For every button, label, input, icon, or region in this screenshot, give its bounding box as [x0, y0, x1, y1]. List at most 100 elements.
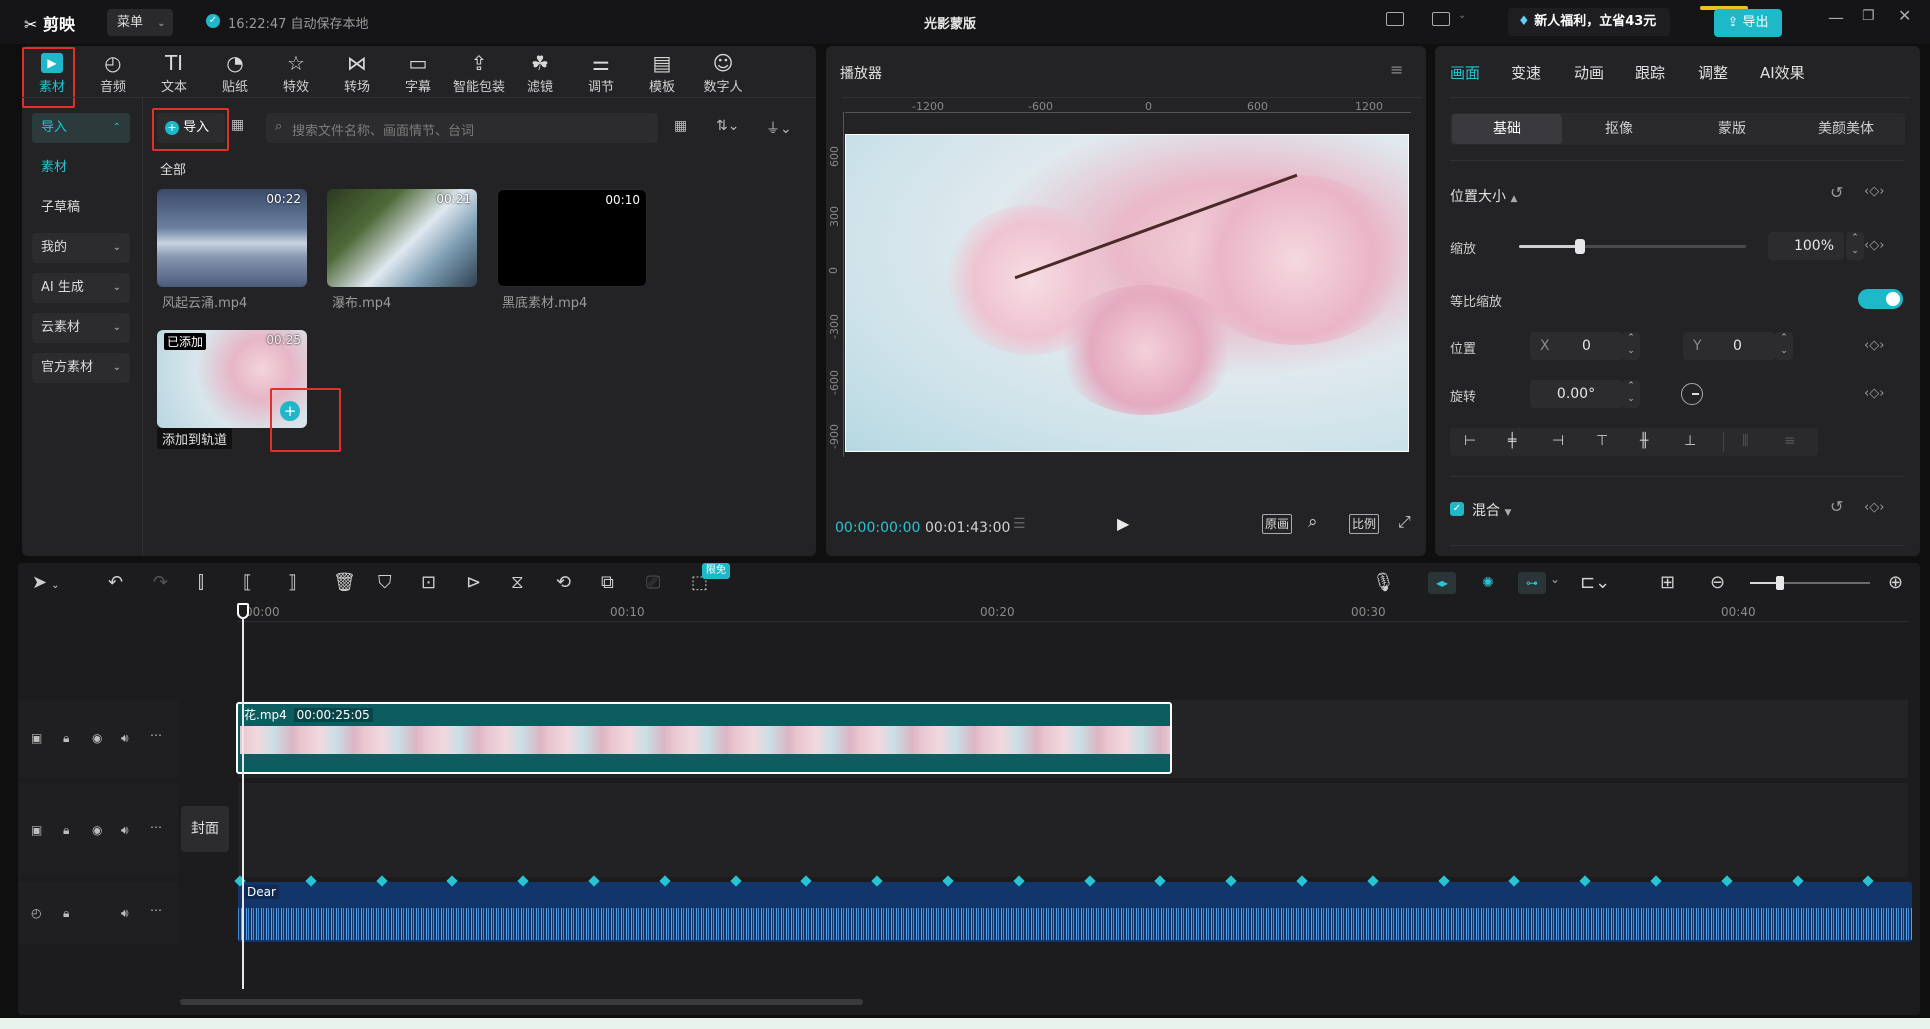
- sidebar-item-mine[interactable]: 我的 ⌄: [32, 233, 130, 263]
- distribute-v-icon[interactable]: ≡: [1784, 433, 1796, 449]
- freeze-frame-icon[interactable]: ⊡: [421, 572, 436, 593]
- volume-icon[interactable]: 🔊︎: [121, 823, 129, 838]
- microphone-icon[interactable]: 🎙︎: [1372, 572, 1395, 593]
- rotate-stepper[interactable]: ⌃ ⌄: [1622, 380, 1640, 408]
- keyframe-icon[interactable]: ‹◇›: [1864, 500, 1884, 515]
- scale-slider-handle[interactable]: [1575, 239, 1586, 254]
- tab-adjust[interactable]: 调整: [1698, 62, 1728, 83]
- subtitle-edit-icon[interactable]: ⎚: [646, 572, 660, 593]
- tab-speed[interactable]: 变速: [1511, 62, 1541, 83]
- reset-icon[interactable]: ↺: [1830, 497, 1843, 516]
- crop-icon[interactable]: ⧉: [601, 572, 614, 593]
- sidebar-item-cloud[interactable]: 云素材 ⌄: [32, 313, 130, 343]
- cover-button[interactable]: 封面: [181, 806, 229, 852]
- split-icon[interactable]: ⫿: [198, 572, 204, 593]
- keyframe-icon[interactable]: ‹◇›: [1864, 238, 1884, 253]
- lock-icon[interactable]: 🔒︎: [63, 823, 69, 838]
- sidebar-item-import[interactable]: 导入 ⌃: [32, 113, 130, 143]
- chevron-down-icon[interactable]: ⌄: [1550, 572, 1560, 586]
- toolbar-item-text[interactable]: TI 文本: [144, 50, 204, 108]
- select-cursor-icon[interactable]: ➤ ⌄: [32, 572, 59, 593]
- timeline-scrollbar[interactable]: [180, 999, 863, 1005]
- more-icon[interactable]: ⋯: [150, 820, 162, 834]
- more-icon[interactable]: ⋯: [150, 728, 162, 742]
- keyframe-icon[interactable]: ‹◇›: [1864, 338, 1884, 353]
- filter-funnel-icon[interactable]: ⏚⌄: [766, 118, 792, 138]
- align-center-h-icon[interactable]: ╪: [1508, 433, 1516, 449]
- restore-icon[interactable]: ❐: [1862, 8, 1875, 24]
- zoom-in-icon[interactable]: ⊕: [1888, 572, 1903, 593]
- lock-icon[interactable]: 🔒︎: [63, 906, 69, 921]
- media-clip-thumbnail[interactable]: 00:10: [497, 189, 647, 287]
- ratio-button[interactable]: 比例: [1349, 514, 1379, 534]
- toolbar-item-adjust[interactable]: ⚌ 调节: [571, 50, 631, 108]
- sidebar-item-subdraft[interactable]: 子草稿: [32, 193, 130, 223]
- reset-icon[interactable]: ↺: [1830, 183, 1843, 202]
- auto-snap-icon[interactable]: ✺: [1474, 572, 1502, 594]
- toolbar-item-audio[interactable]: ◴ 音频: [83, 50, 143, 108]
- timeline-zoom-slider[interactable]: [1750, 576, 1870, 590]
- distribute-h-icon[interactable]: ⫼: [1742, 433, 1748, 449]
- minimize-icon[interactable]: —: [1828, 8, 1844, 27]
- blend-header[interactable]: 混合 ▼: [1472, 500, 1511, 520]
- position-x-input[interactable]: X 0: [1530, 332, 1622, 360]
- align-left-icon[interactable]: ⊢: [1464, 433, 1476, 449]
- align-right-icon[interactable]: ⊣: [1552, 433, 1564, 449]
- blend-checkbox[interactable]: ✓: [1450, 502, 1464, 516]
- mirror-icon[interactable]: ⧖: [511, 572, 524, 593]
- toolbar-item-filter[interactable]: ☘ 滤镜: [510, 50, 570, 108]
- export-button[interactable]: ⇪ 导出: [1714, 9, 1782, 37]
- media-clip-thumbnail[interactable]: 00:22: [157, 189, 307, 287]
- scale-input[interactable]: 100%: [1768, 232, 1844, 260]
- scale-slider[interactable]: [1519, 239, 1746, 254]
- subtab-beauty[interactable]: 美颜美体: [1789, 114, 1903, 144]
- marker-icon[interactable]: ⛉: [378, 572, 392, 593]
- volume-icon[interactable]: 🔊︎: [121, 731, 129, 746]
- zoom-preview-icon[interactable]: ⌕: [1308, 512, 1318, 532]
- undo-icon[interactable]: ↶: [108, 572, 123, 593]
- rotate-clip-icon[interactable]: ⟲: [556, 572, 571, 593]
- scale-stepper[interactable]: ⌃ ⌄: [1846, 232, 1864, 260]
- grid-view-icon[interactable]: ▦: [674, 118, 687, 134]
- align-bottom-icon[interactable]: ⊥: [1684, 433, 1696, 449]
- split-left-icon[interactable]: ⟦: [243, 572, 252, 593]
- subtab-cutout[interactable]: 抠像: [1563, 114, 1675, 144]
- fit-timeline-icon[interactable]: ⊞: [1660, 572, 1675, 593]
- preview-axis-icon[interactable]: ⊏⌄: [1580, 572, 1610, 593]
- delete-icon[interactable]: 🗑︎: [333, 572, 356, 593]
- video-preview[interactable]: [845, 134, 1409, 452]
- shortcut-keyboard-icon[interactable]: [1386, 12, 1404, 26]
- more-icon[interactable]: ⋯: [150, 903, 162, 917]
- toolbar-item-smart-pack[interactable]: ⇪ 智能包装: [449, 50, 509, 108]
- timeline-zoom-handle[interactable]: [1776, 576, 1784, 590]
- layout-icon[interactable]: [1432, 12, 1450, 26]
- subtab-mask[interactable]: 蒙版: [1676, 114, 1788, 144]
- tab-ai-effects[interactable]: AI效果: [1760, 62, 1805, 83]
- player-menu-icon[interactable]: ≡: [1390, 60, 1403, 79]
- eye-icon[interactable]: ◉: [92, 823, 102, 837]
- split-right-icon[interactable]: ⟧: [288, 572, 297, 593]
- sidebar-item-official[interactable]: 官方素材 ⌄: [32, 353, 130, 383]
- rotate-input[interactable]: 0.00°: [1530, 380, 1622, 408]
- position-y-input[interactable]: Y 0: [1683, 332, 1775, 360]
- media-clip-thumbnail[interactable]: 00:21: [327, 189, 477, 287]
- lock-icon[interactable]: 🔒︎: [63, 731, 69, 746]
- section-position-header[interactable]: 位置大小 ▲: [1450, 186, 1517, 206]
- fullscreen-icon[interactable]: ⤢: [1398, 512, 1411, 532]
- promo-button[interactable]: ♦ 新人福利，立省43元: [1508, 8, 1670, 36]
- toolbar-item-template[interactable]: ▤ 模板: [632, 50, 692, 108]
- toolbar-item-subtitle[interactable]: ▭ 字幕: [388, 50, 448, 108]
- audio-clip[interactable]: Dear: [238, 882, 1912, 942]
- sort-icon[interactable]: ⇅⌄: [716, 118, 739, 134]
- tab-animation[interactable]: 动画: [1574, 62, 1604, 83]
- tab-tracking[interactable]: 跟踪: [1635, 62, 1665, 83]
- volume-icon[interactable]: 🔊︎: [121, 906, 129, 921]
- toolbar-item-effects[interactable]: ☆ 特效: [266, 50, 326, 108]
- align-top-icon[interactable]: ⊤: [1596, 433, 1608, 449]
- zoom-out-icon[interactable]: ⊖: [1710, 572, 1725, 593]
- align-center-v-icon[interactable]: ╫: [1640, 433, 1648, 449]
- toolbar-item-sticker[interactable]: ◔ 贴纸: [205, 50, 265, 108]
- rotate-dial-icon[interactable]: [1681, 383, 1703, 405]
- frame-list-icon[interactable]: ☰: [1013, 516, 1026, 532]
- sidebar-item-ai-generate[interactable]: AI 生成 ⌄: [32, 273, 130, 303]
